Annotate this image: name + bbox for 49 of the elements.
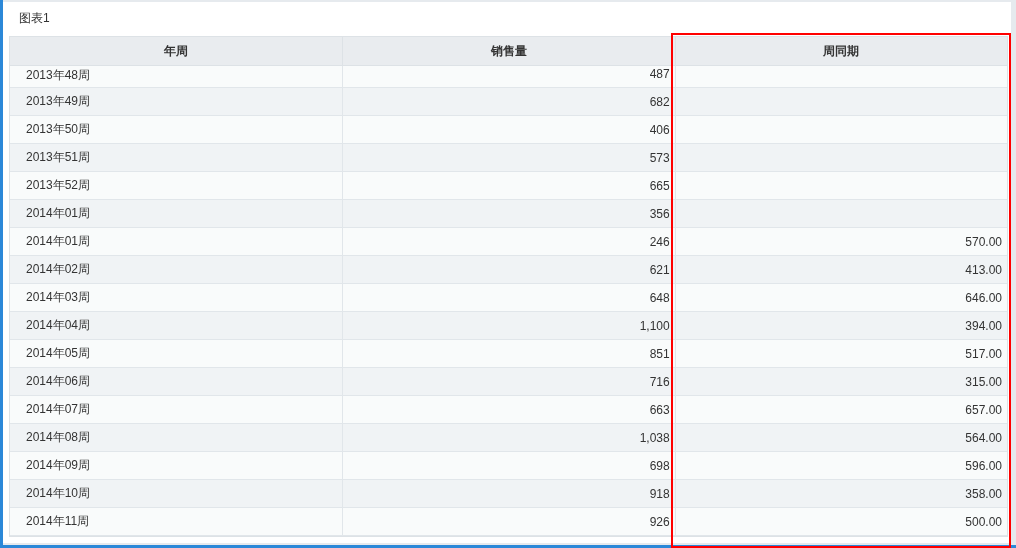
- table-cell: 1,038: [342, 424, 675, 451]
- table-cell-text: 2014年04周: [25, 317, 92, 334]
- panel-title: 图表1: [18, 10, 51, 27]
- table-cell: 564.00: [674, 424, 1007, 451]
- table-cell-text: 2013年52周: [25, 177, 92, 194]
- table-cell: 413.00: [674, 256, 1007, 283]
- table-cell: 621: [342, 256, 675, 283]
- table-cell-text: 2013年50周: [25, 121, 92, 138]
- table-cell: 648: [342, 284, 675, 311]
- table-cell: 716: [342, 368, 675, 395]
- table-cell-text: 2014年11周: [25, 513, 91, 530]
- table-cell-text: 2014年01周: [25, 205, 92, 222]
- table-cell-text: 2014年05周: [25, 345, 92, 362]
- table-cell: 851: [342, 340, 675, 367]
- table-cell: 570.00: [674, 228, 1007, 255]
- table-cell: 487: [342, 66, 675, 87]
- table-cell: 665: [342, 172, 675, 199]
- table-cell: 657.00: [674, 396, 1007, 423]
- table-cell-text: 2014年09周: [25, 457, 92, 474]
- table-cell: 682: [342, 88, 675, 115]
- table-cell: 246: [342, 228, 675, 255]
- column-header[interactable]: 周同期: [674, 37, 1007, 65]
- table-cell: 646.00: [674, 284, 1007, 311]
- table-cell-text: 2013年48周: [25, 67, 92, 84]
- table-cell: 315.00: [674, 368, 1007, 395]
- table-cell-text: 2013年51周: [25, 149, 92, 166]
- table-cell: 358.00: [674, 480, 1007, 507]
- table-cell: 663: [342, 396, 675, 423]
- table-cell: 926: [342, 508, 675, 535]
- table-cell: 406: [342, 116, 675, 143]
- table-cell-text: 2014年08周: [25, 429, 92, 446]
- column-header[interactable]: 年周: [10, 37, 343, 65]
- table-cell-text: 2013年49周: [25, 93, 92, 110]
- table-cell-text: 2014年07周: [25, 401, 92, 418]
- table-cell-text: 2014年02周: [25, 261, 92, 278]
- table-cell: 356: [342, 200, 675, 227]
- table-cell: 1,100: [342, 312, 675, 339]
- table-cell: 698: [342, 452, 675, 479]
- table-cell: 918: [342, 480, 675, 507]
- table-cell: 394.00: [674, 312, 1007, 339]
- table-cell-text: 2014年06周: [25, 373, 92, 390]
- table-cell-text: 2014年01周: [25, 233, 92, 250]
- table-cell: 596.00: [674, 452, 1007, 479]
- table-cell-text: 2014年10周: [25, 485, 92, 502]
- table-cell: 573: [342, 144, 675, 171]
- table-cell: 500.00: [674, 508, 1007, 535]
- table-cell: 517.00: [674, 340, 1007, 367]
- table-cell-text: 2014年03周: [25, 289, 92, 306]
- column-header[interactable]: 销售量: [342, 37, 675, 65]
